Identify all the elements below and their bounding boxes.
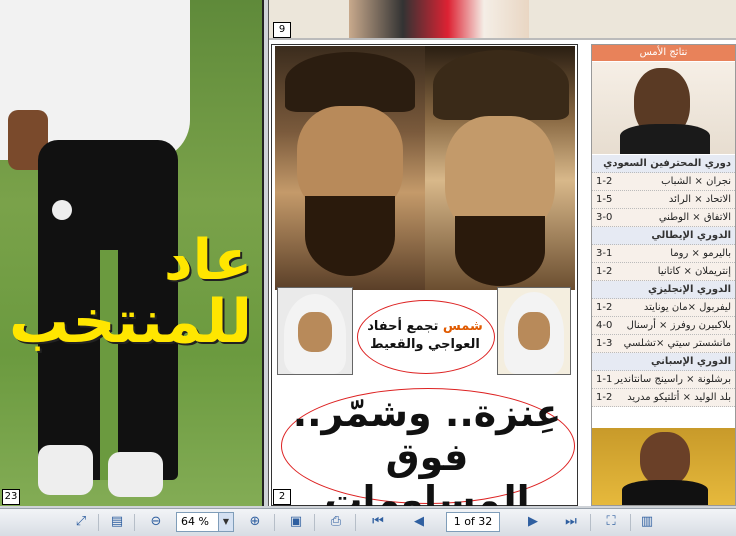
top-strip: 9 <box>269 0 736 40</box>
zoom-out-icon[interactable]: ⊖ <box>147 513 165 531</box>
match-score: 1-2 <box>596 266 613 277</box>
zoom-in-icon[interactable]: ⊕ <box>246 513 264 531</box>
left-page-headline: عاد للمنتخب <box>2 228 252 357</box>
match-row: ليفربول ×مان يونايتد 1-2 <box>592 299 735 317</box>
left-page: عاد للمنتخب 23 <box>0 0 264 506</box>
sidebar-player-shirt <box>620 124 710 154</box>
match-score: 1-5 <box>596 194 613 205</box>
right-page: 9 شمس تجمع أحفاد العواجي والقعيط عِنزة..… <box>268 0 736 506</box>
caption-text: تجمع أحفاد <box>367 319 439 334</box>
match-row: إنتريملان × كاتانيا 1-2 <box>592 263 735 281</box>
match-row: بلاكبيرن روفرز × أرسنال 4-0 <box>592 317 735 335</box>
page-number-field[interactable]: 1 of 32 <box>446 512 500 532</box>
inset-face-left <box>298 312 332 352</box>
sidebar-player-photo <box>592 62 735 154</box>
match-teams: برشلونة × راسينج سانتاندير <box>614 374 731 385</box>
portrait-right-image <box>425 46 575 290</box>
document-viewer: عاد للمنتخب 23 9 شمس تجمع أحفاد العواجي … <box>0 0 736 508</box>
league-header: الدوري الإنجليزي <box>592 281 735 299</box>
match-row: نجران × الشباب 1-2 <box>592 173 735 191</box>
match-row: باليرمو × روما 3-1 <box>592 245 735 263</box>
match-teams: الاتفاق × الوطني <box>658 212 731 223</box>
match-teams: مانشستر سيتي ×تشلسي <box>623 338 731 349</box>
save-icon[interactable]: ▣ <box>287 513 305 531</box>
match-score: 4-0 <box>596 320 613 331</box>
caption-line2: العواجي والقعيط <box>370 337 480 353</box>
toolbar-separator <box>134 514 135 531</box>
match-teams: إنتريملان × كاتانيا <box>657 266 731 277</box>
beard-right <box>455 216 545 286</box>
toolbar-separator <box>630 514 631 531</box>
top-strip-image <box>349 0 529 38</box>
match-score: 1-2 <box>596 302 613 313</box>
main-headline-line1: عِنزة.. وشمّر.. <box>292 391 562 435</box>
left-headline-line2: للمنتخب <box>9 286 252 357</box>
match-row: الاتفاق × الوطني 3-0 <box>592 209 735 227</box>
zoom-value: 64 % <box>181 515 209 528</box>
league-header: الدوري الإيطالي <box>592 227 735 245</box>
hat-left <box>285 52 415 112</box>
zoom-select[interactable]: 64 % ▼ <box>176 512 234 532</box>
left-page-number: 23 <box>2 489 20 505</box>
next-page-icon[interactable]: ▶ <box>524 513 542 531</box>
right-page-number: 2 <box>273 489 291 505</box>
player-badge <box>52 200 72 220</box>
sidebar-bottom-photo <box>592 428 735 505</box>
main-headline-line2: فوق المساومات <box>324 434 530 506</box>
match-teams: الاتحاد × الرائد <box>668 194 731 205</box>
match-score: 1-2 <box>596 176 613 187</box>
previous-page-icon[interactable]: ◀ <box>410 513 428 531</box>
match-teams: بلد الوليد × أتلتيكو مدريد <box>627 392 731 403</box>
match-teams: ليفربول ×مان يونايتد <box>643 302 731 313</box>
print-icon[interactable]: ⎙ <box>327 513 345 531</box>
beard-left <box>305 196 395 276</box>
toolbar-separator <box>274 514 275 531</box>
two-page-icon[interactable]: ▥ <box>638 513 656 531</box>
caption-brand: شمس <box>442 319 483 334</box>
inset-face-right <box>518 312 550 350</box>
match-teams: بلاكبيرن روفرز × أرسنال <box>626 320 731 331</box>
first-page-icon[interactable]: ⏮ <box>369 513 387 531</box>
viewer-toolbar: ⤢ ▤ ⊖ 64 % ▼ ⊕ ▣ ⎙ ⏮ ◀ 1 of 32 ▶ ⏭ ⛶ ▥ <box>0 508 736 536</box>
headscarf-right <box>433 50 569 120</box>
match-teams: باليرمو × روما <box>670 248 731 259</box>
results-sidebar: نتائج الأمس دوري المحترفين السعودي نجران … <box>591 44 736 506</box>
fullscreen-icon[interactable]: ⛶ <box>602 513 620 531</box>
top-page-number: 9 <box>273 22 291 38</box>
league-header: الدوري الإسباني <box>592 353 735 371</box>
last-page-icon[interactable]: ⏭ <box>562 513 580 531</box>
fit-page-icon[interactable]: ⤢ <box>72 513 90 531</box>
match-score: 3-0 <box>596 212 613 223</box>
league-header: دوري المحترفين السعودي <box>592 155 735 173</box>
toolbar-separator <box>314 514 315 531</box>
chevron-down-icon[interactable]: ▼ <box>218 513 233 531</box>
toolbar-separator <box>355 514 356 531</box>
match-row: بلد الوليد × أتلتيكو مدريد 1-2 <box>592 389 735 407</box>
portrait-left-image <box>275 46 425 290</box>
player-shoe-left <box>38 445 93 495</box>
match-teams: نجران × الشباب <box>661 176 731 187</box>
toolbar-separator <box>98 514 99 531</box>
inset-photo-left <box>277 287 353 375</box>
caption: شمس تجمع أحفاد العواجي والقعيط <box>361 318 489 354</box>
bottom-player-shirt <box>622 480 708 505</box>
single-page-icon[interactable]: ▤ <box>108 513 126 531</box>
match-score: 1-2 <box>596 392 613 403</box>
match-score: 3-1 <box>596 248 613 259</box>
match-row: مانشستر سيتي ×تشلسي 1-3 <box>592 335 735 353</box>
toolbar-separator <box>590 514 591 531</box>
player-shoe-right <box>108 452 163 497</box>
match-score: 1-1 <box>596 374 613 385</box>
main-headline: عِنزة.. وشمّر.. فوق المساومات <box>283 391 571 506</box>
match-row: الاتحاد × الرائد 1-5 <box>592 191 735 209</box>
sidebar-title: نتائج الأمس <box>592 45 735 61</box>
bottom-player-face <box>640 432 690 486</box>
left-headline-line1: عاد <box>163 228 252 293</box>
match-row: برشلونة × راسينج سانتاندير 1-1 <box>592 371 735 389</box>
inset-photo-right <box>497 287 571 375</box>
match-score: 1-3 <box>596 338 613 349</box>
